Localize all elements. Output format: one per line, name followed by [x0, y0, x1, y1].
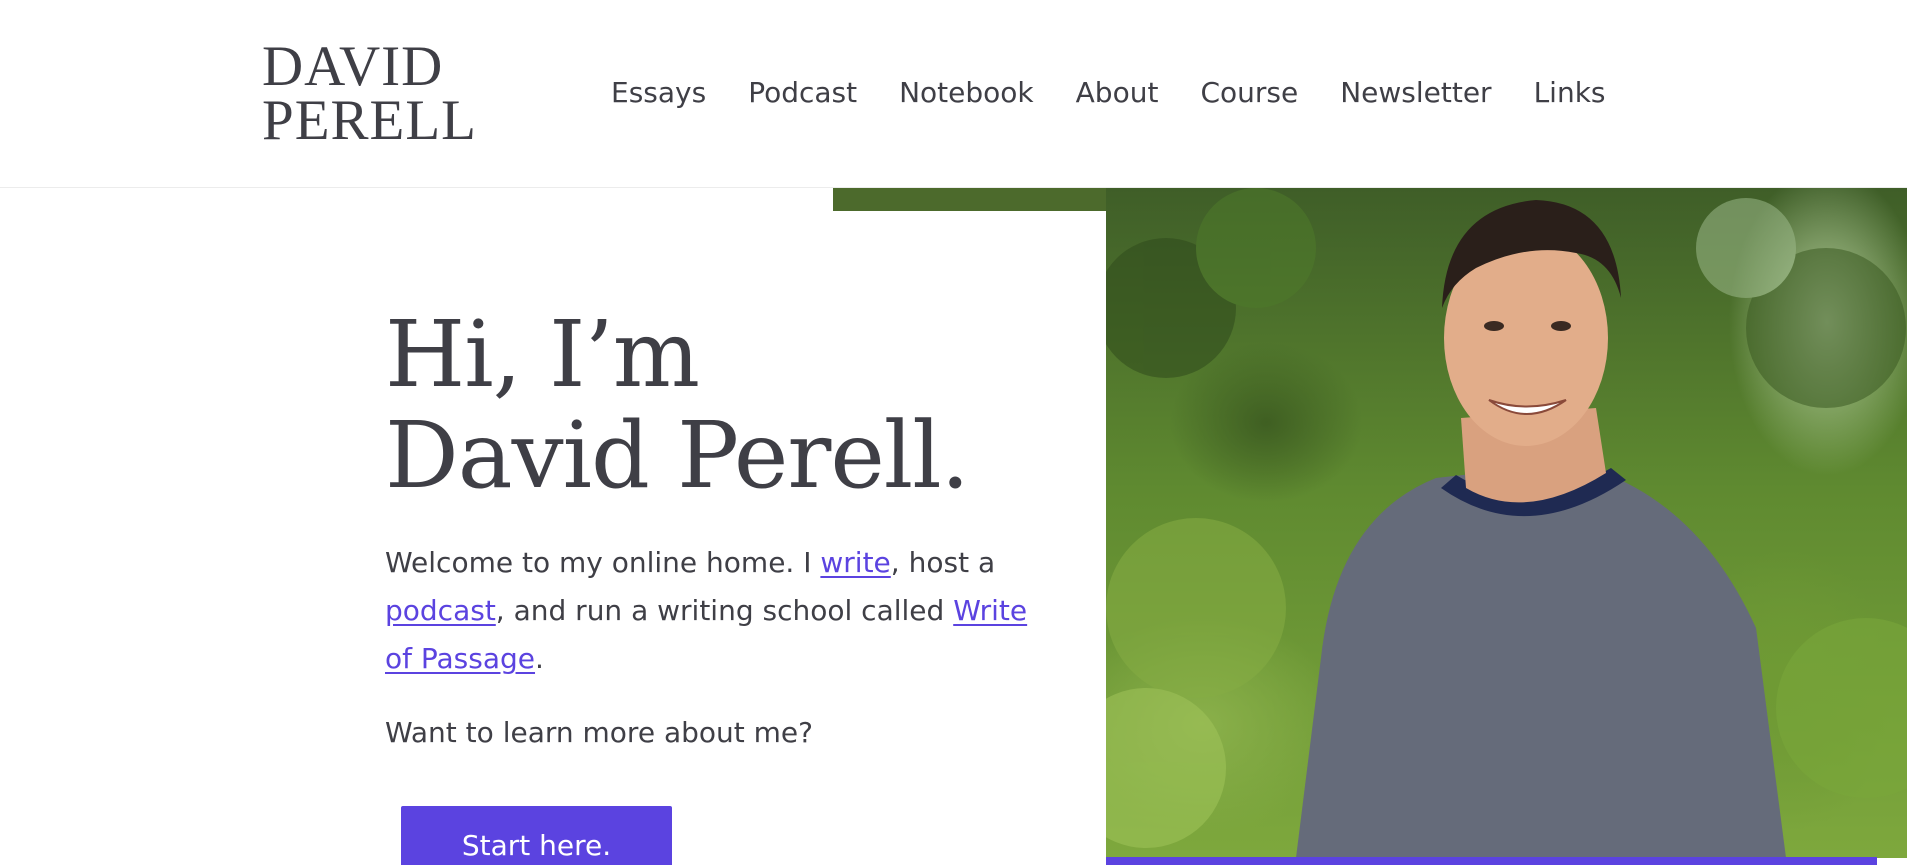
nav-newsletter[interactable]: Newsletter	[1340, 76, 1491, 109]
start-here-button[interactable]: Start here.	[401, 806, 672, 865]
intro-text-2: , host a	[890, 546, 996, 579]
logo-line-1: DAVID	[262, 35, 444, 98]
site-header: DAVID PERELL Essays Podcast Notebook Abo…	[0, 0, 1907, 188]
nav-essays[interactable]: Essays	[611, 76, 706, 109]
hero-title: Hi, I’m David Perell.	[385, 301, 970, 509]
nav-notebook[interactable]: Notebook	[899, 76, 1034, 109]
nav-course[interactable]: Course	[1200, 76, 1298, 109]
nav-podcast[interactable]: Podcast	[748, 76, 857, 109]
learn-more-question: Want to learn more about me?	[385, 716, 813, 749]
intro-text-3: , and run a writing school called	[495, 594, 954, 627]
site-logo[interactable]: DAVID PERELL	[262, 35, 477, 152]
portrait-illustration	[1106, 188, 1907, 858]
hero-intro: Welcome to my online home. I write, host…	[385, 539, 1045, 683]
intro-text-1: Welcome to my online home. I	[385, 546, 821, 579]
main-nav: Essays Podcast Notebook About Course New…	[611, 76, 1606, 109]
photo-accent-bar	[1106, 857, 1877, 865]
logo-line-2: PERELL	[262, 89, 477, 152]
nav-links[interactable]: Links	[1534, 76, 1606, 109]
podcast-link[interactable]: podcast	[385, 594, 496, 627]
intro-text-4: .	[535, 642, 544, 675]
write-link[interactable]: write	[820, 546, 890, 579]
hero-portrait-photo	[1106, 188, 1907, 858]
nav-about[interactable]: About	[1076, 76, 1159, 109]
